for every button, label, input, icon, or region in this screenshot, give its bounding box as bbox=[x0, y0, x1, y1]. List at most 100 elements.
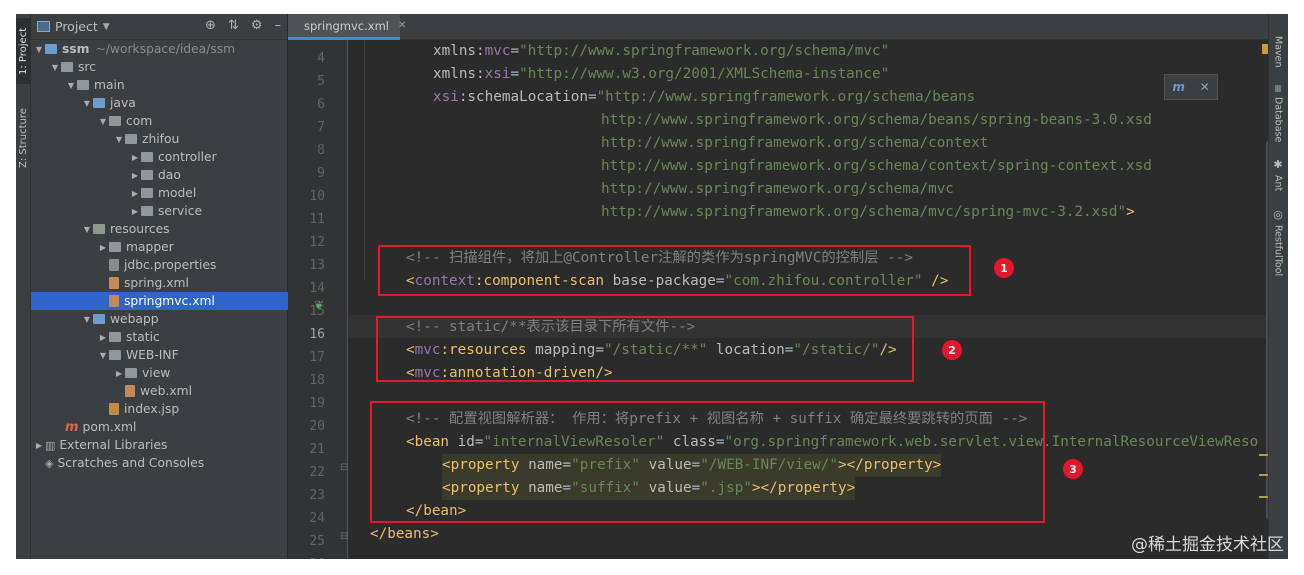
locate-icon[interactable]: ⊕ bbox=[205, 18, 216, 33]
code-line-4[interactable]: xmlns:mvc="http://www.springframework.or… bbox=[433, 40, 889, 63]
code-line-8[interactable]: http://www.springframework.org/schema/co… bbox=[601, 132, 988, 155]
maven-reload-icon[interactable]: m bbox=[1172, 80, 1185, 94]
code-line-7[interactable]: http://www.springframework.org/schema/be… bbox=[601, 109, 1152, 132]
annotation-box-1 bbox=[378, 245, 971, 296]
collapse-arrow-icon[interactable]: ▶ bbox=[129, 207, 141, 216]
chevron-down-icon[interactable]: ▼ bbox=[103, 22, 110, 32]
close-icon[interactable]: ✕ bbox=[398, 20, 406, 31]
tree-item-springmvc-xml[interactable]: springmvc.xml bbox=[31, 292, 288, 310]
collapse-arrow-icon[interactable]: ▶ bbox=[129, 171, 141, 180]
tree-item-static[interactable]: ▶ static bbox=[31, 328, 288, 346]
expand-arrow-icon[interactable]: ▼ bbox=[81, 225, 93, 234]
structure-tool-tab[interactable]: Z: Structure bbox=[16, 98, 31, 178]
collapse-arrow-icon[interactable]: ▶ bbox=[129, 153, 141, 162]
collapse-arrow-icon[interactable]: ▶ bbox=[97, 333, 109, 342]
xml-file-icon bbox=[109, 295, 119, 307]
tree-item-main[interactable]: ▼ main bbox=[31, 76, 288, 94]
tree-item-dao[interactable]: ▶ dao bbox=[31, 166, 288, 184]
fold-icon[interactable]: ⊟ bbox=[340, 462, 348, 473]
tree-item-web-xml[interactable]: web.xml bbox=[31, 382, 288, 400]
tree-item-model[interactable]: ▶ model bbox=[31, 184, 288, 202]
token: = bbox=[510, 43, 520, 59]
tree-item-label: WEB-INF bbox=[126, 348, 179, 362]
spring-bean-gutter-icon[interactable]: ❦ bbox=[314, 298, 324, 312]
expand-arrow-icon[interactable]: ▼ bbox=[33, 45, 45, 54]
token: "http://www.springframework.org/schema/m… bbox=[519, 43, 890, 59]
watermark: @稀土掘金技术社区 bbox=[1131, 535, 1284, 555]
maven-tool-tab[interactable]: Maven bbox=[1268, 36, 1288, 86]
gear-icon[interactable]: ⚙ bbox=[251, 18, 263, 33]
collapse-arrow-icon[interactable]: ▶ bbox=[113, 369, 125, 378]
collapse-arrow-icon[interactable]: ▶ bbox=[97, 243, 109, 252]
tree-item-scratches[interactable]: ◈ Scratches and Consoles bbox=[31, 454, 288, 472]
tree-item-ssm[interactable]: ▼ ssm ~/workspace/idea/ssm bbox=[31, 40, 288, 58]
token: xmlns: bbox=[433, 66, 485, 82]
minimize-icon[interactable]: – bbox=[275, 18, 282, 33]
annotation-box-3 bbox=[370, 401, 1045, 523]
tree-item-zhifou[interactable]: ▼ zhifou bbox=[31, 130, 288, 148]
line-number: 17 bbox=[309, 350, 325, 365]
package-icon bbox=[141, 152, 153, 162]
collapse-all-icon[interactable]: ⇅ bbox=[228, 18, 239, 33]
database-tool-tab[interactable]: ≡ Database bbox=[1268, 84, 1288, 154]
ant-icon: ✱ bbox=[1271, 158, 1285, 171]
expand-arrow-icon[interactable]: ▼ bbox=[81, 99, 93, 108]
maven-tab-label: Maven bbox=[1272, 36, 1284, 68]
code-line-6[interactable]: xsi:schemaLocation="http://www.springfra… bbox=[433, 86, 975, 109]
code-line-11[interactable]: http://www.springframework.org/schema/mv… bbox=[601, 201, 1135, 224]
tree-item-view[interactable]: ▶ view bbox=[31, 364, 288, 382]
tree-item-com[interactable]: ▼ com bbox=[31, 112, 288, 130]
tree-item-external-libraries[interactable]: ▶ ▥ External Libraries bbox=[31, 436, 288, 454]
tab-springmvc-xml[interactable]: springmvc.xml ✕ bbox=[288, 14, 406, 40]
tree-item-label: dao bbox=[158, 168, 181, 182]
expand-arrow-icon[interactable]: ▼ bbox=[97, 117, 109, 126]
token: http://www.springframework.org/schema/mv… bbox=[601, 204, 1127, 220]
tree-item-label: pom.xml bbox=[82, 420, 137, 434]
code-line-5[interactable]: xmlns:xsi="http://www.w3.org/2001/XMLSch… bbox=[433, 63, 889, 86]
close-icon[interactable]: ✕ bbox=[1200, 80, 1210, 94]
database-tab-label: Database bbox=[1272, 97, 1284, 143]
tree-item-service[interactable]: ▶ service bbox=[31, 202, 288, 220]
restful-tool-tab[interactable]: ◎ RestfulTool bbox=[1268, 208, 1288, 288]
expand-arrow-icon[interactable]: ▼ bbox=[97, 351, 109, 360]
tree-item-web-inf[interactable]: ▼ WEB-INF bbox=[31, 346, 288, 364]
tree-item-label: web.xml bbox=[140, 384, 193, 398]
web-folder-icon bbox=[93, 314, 105, 324]
tree-item-label: jdbc.properties bbox=[124, 258, 217, 272]
tree-item-index-jsp[interactable]: index.jsp bbox=[31, 400, 288, 418]
line-number: 9 bbox=[317, 166, 325, 181]
token: xsi bbox=[433, 89, 459, 105]
ide-window: 1: Project Z: Structure Project ▼ ⊕ ⇅ ⚙ … bbox=[16, 14, 1288, 559]
tree-item-jdbc-properties[interactable]: jdbc.properties bbox=[31, 256, 288, 274]
expand-arrow-icon[interactable]: ▼ bbox=[65, 81, 77, 90]
code-line-25[interactable]: </beans> bbox=[370, 523, 439, 546]
tree-item-mapper[interactable]: ▶ mapper bbox=[31, 238, 288, 256]
tree-item-controller[interactable]: ▶ controller bbox=[31, 148, 288, 166]
expand-arrow-icon[interactable]: ▼ bbox=[49, 63, 61, 72]
line-number: 10 bbox=[309, 189, 325, 204]
project-icon bbox=[37, 21, 50, 32]
project-tool-tab[interactable]: 1: Project bbox=[16, 18, 31, 84]
tree-item-spring-xml[interactable]: spring.xml bbox=[31, 274, 288, 292]
line-number: 6 bbox=[317, 97, 325, 112]
expand-arrow-icon[interactable]: ▼ bbox=[113, 135, 125, 144]
line-number: 5 bbox=[317, 74, 325, 89]
tree-item-pom-xml[interactable]: m pom.xml bbox=[31, 418, 288, 436]
expand-arrow-icon[interactable]: ▼ bbox=[81, 315, 93, 324]
ant-tool-tab[interactable]: ✱ Ant bbox=[1268, 158, 1288, 198]
indent-guide bbox=[364, 40, 365, 280]
source-folder-icon bbox=[93, 98, 105, 108]
line-number: 19 bbox=[309, 396, 325, 411]
collapse-arrow-icon[interactable]: ▶ bbox=[33, 441, 45, 450]
collapse-arrow-icon[interactable]: ▶ bbox=[129, 189, 141, 198]
tree-item-webapp[interactable]: ▼ webapp bbox=[31, 310, 288, 328]
fold-icon[interactable]: ⊟ bbox=[340, 531, 348, 542]
tree-item-label: service bbox=[158, 204, 203, 218]
tree-item-src[interactable]: ▼ src bbox=[31, 58, 288, 76]
tree-item-label: controller bbox=[158, 150, 217, 164]
maven-load-changes-popup[interactable]: m ✕ bbox=[1164, 74, 1218, 100]
tree-item-java[interactable]: ▼ java bbox=[31, 94, 288, 112]
code-line-9[interactable]: http://www.springframework.org/schema/co… bbox=[601, 155, 1152, 178]
tree-item-resources[interactable]: ▼ resources bbox=[31, 220, 288, 238]
code-line-10[interactable]: http://www.springframework.org/schema/mv… bbox=[601, 178, 954, 201]
